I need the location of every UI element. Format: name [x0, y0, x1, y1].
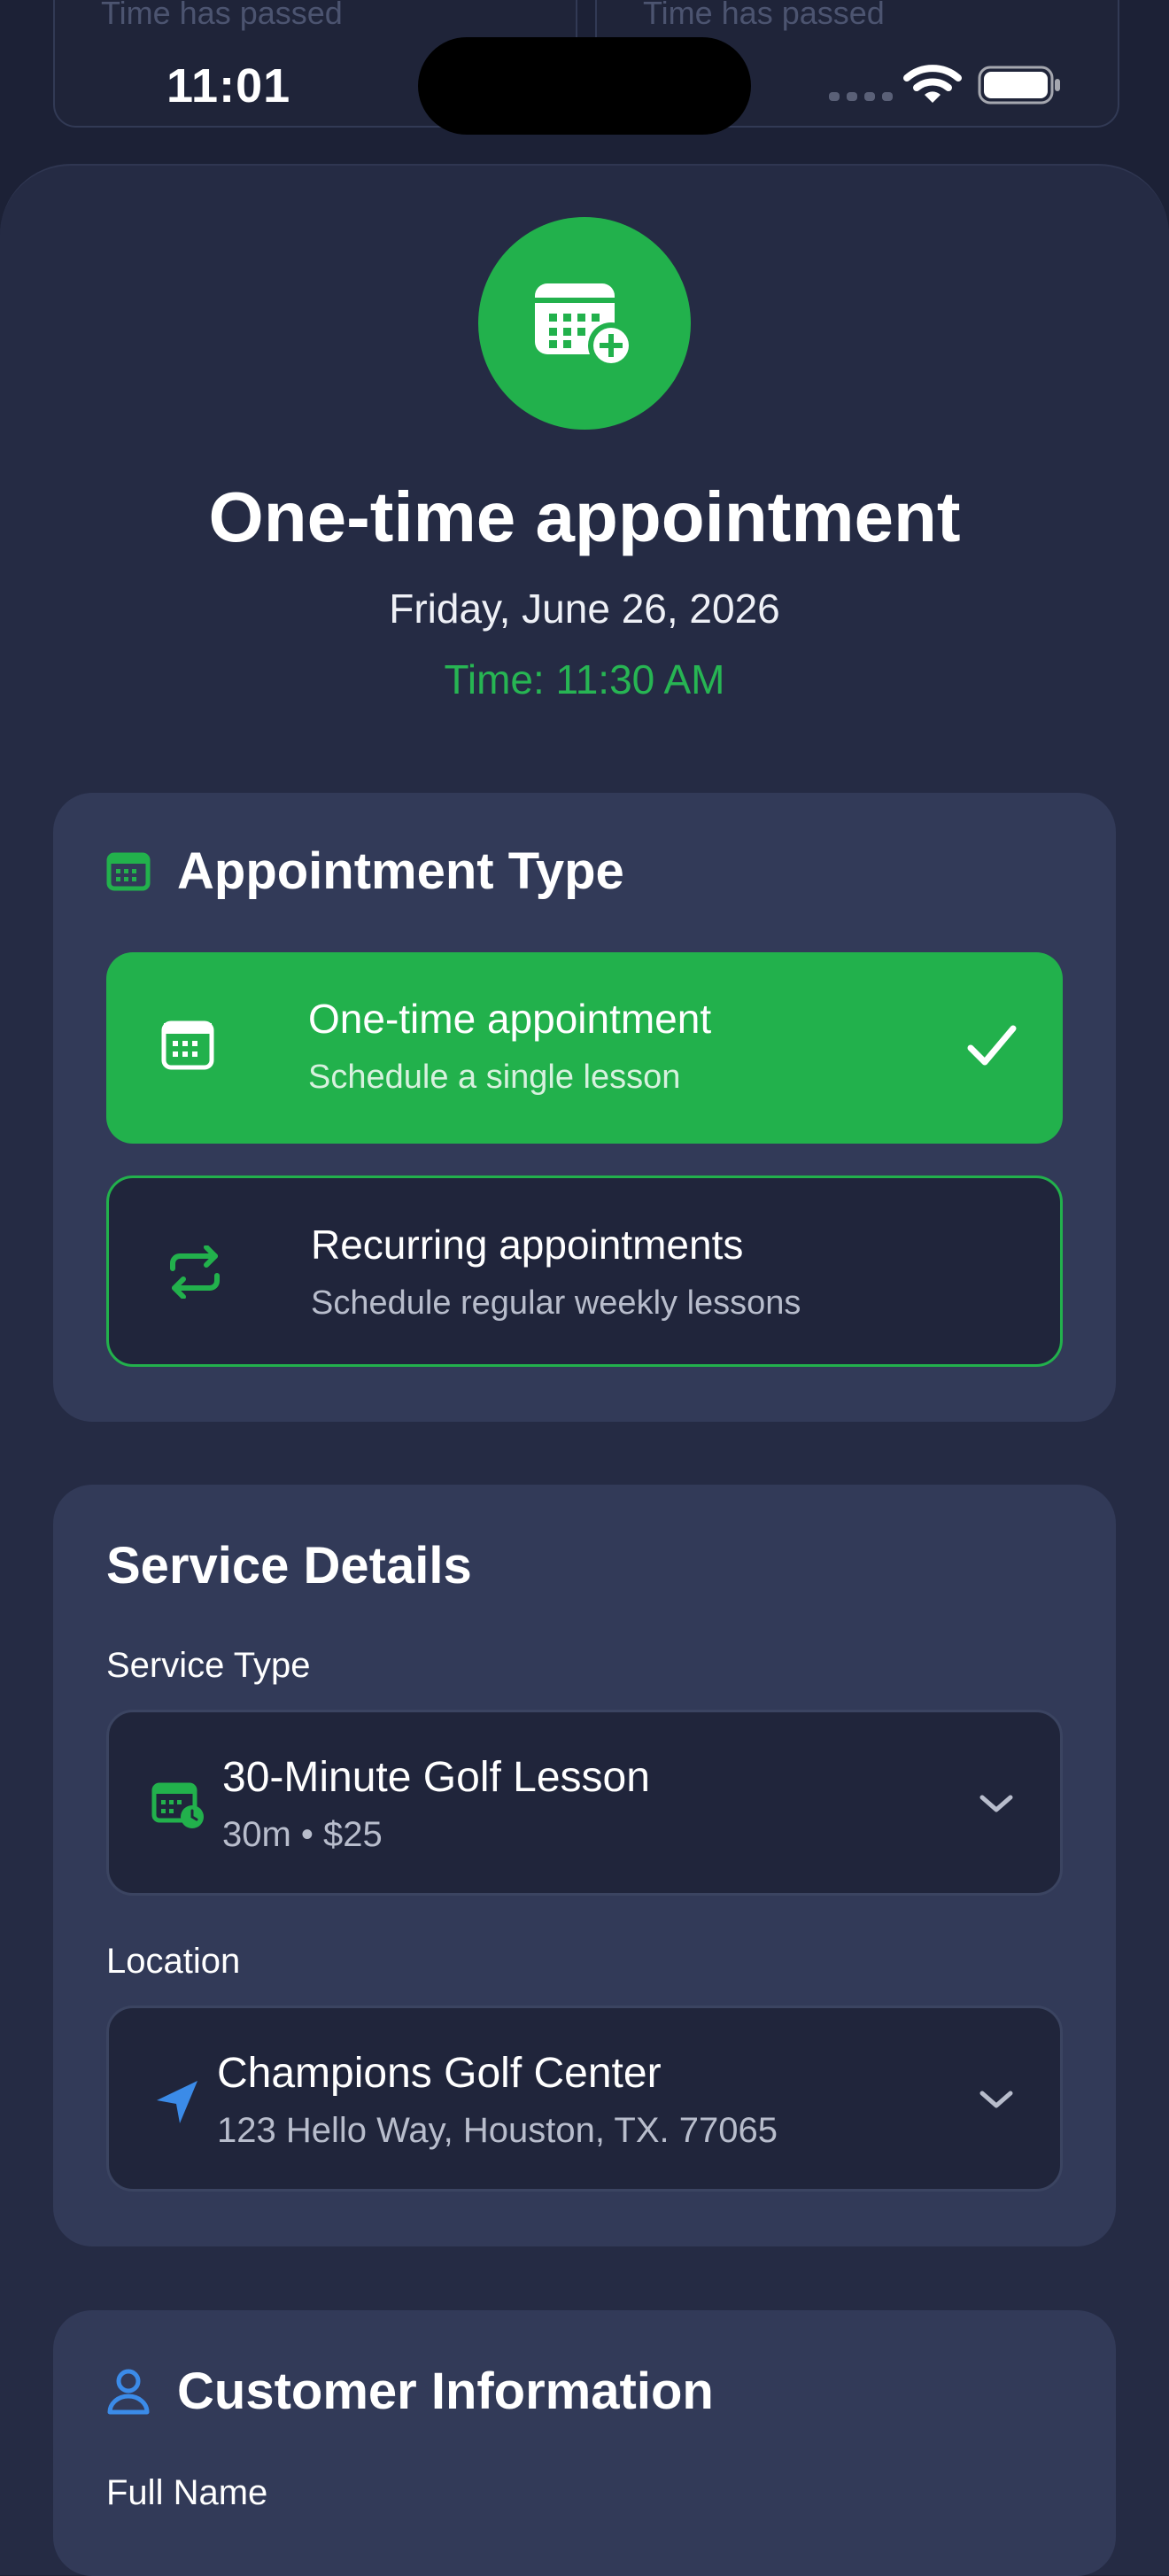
service-details-header: Service Details — [106, 1536, 472, 1595]
person-icon — [107, 2369, 150, 2414]
appointment-type-card: Appointment Type One-time appointment Sc… — [53, 793, 1116, 1422]
repeat-icon — [170, 1245, 220, 1299]
option-title: Recurring appointments — [311, 1222, 744, 1268]
wifi-icon — [903, 65, 962, 103]
page-title: One-time appointment — [208, 477, 961, 556]
calendar-icon — [161, 1020, 214, 1070]
appointment-time: Time: 11:30 AM — [444, 656, 725, 702]
calendar-add-icon — [478, 217, 691, 430]
service-type-label: Service Type — [106, 1646, 311, 1685]
background-card-right-text: Time has passed — [643, 0, 885, 31]
chevron-down-icon — [979, 2091, 1013, 2108]
battery-icon — [978, 66, 1060, 105]
service-details-title: Service Details — [106, 1537, 472, 1594]
appointment-type-header: Appointment Type — [106, 842, 624, 901]
option-recurring-appointments[interactable]: Recurring appointments Schedule regular … — [106, 1175, 1063, 1367]
appointment-date: Friday, June 26, 2026 — [389, 586, 780, 632]
checkmark-icon — [967, 1025, 1017, 1066]
service-name: 30-Minute Golf Lesson — [222, 1754, 650, 1801]
chevron-down-icon — [979, 1795, 1013, 1812]
calendar-clock-icon — [151, 1782, 204, 1828]
appointment-type-title: Appointment Type — [177, 842, 624, 900]
option-one-time-appointment[interactable]: One-time appointment Schedule a single l… — [106, 952, 1063, 1144]
service-details-text: 30m • $25 — [222, 1815, 383, 1854]
option-subtitle: Schedule a single lesson — [308, 1059, 681, 1096]
calendar-icon — [106, 852, 151, 890]
customer-information-card: Customer Information Full Name — [53, 2310, 1116, 2576]
service-type-select[interactable]: 30-Minute Golf Lesson 30m • $25 — [106, 1710, 1063, 1896]
option-subtitle: Schedule regular weekly lessons — [311, 1284, 801, 1322]
location-label: Location — [106, 1942, 241, 1981]
location-arrow-icon — [157, 2081, 197, 2123]
dynamic-island — [418, 37, 751, 135]
location-address: 123 Hello Way, Houston, TX. 77065 — [217, 2111, 778, 2150]
location-name: Champions Golf Center — [217, 2050, 662, 2097]
full-name-label: Full Name — [106, 2473, 268, 2512]
cellular-signal-icon — [829, 92, 893, 101]
option-title: One-time appointment — [308, 996, 712, 1042]
location-select[interactable]: Champions Golf Center 123 Hello Way, Hou… — [106, 2006, 1063, 2192]
service-details-card: Service Details Service Type 30-Minute G… — [53, 1485, 1116, 2246]
background-card-left-text: Time has passed — [101, 0, 343, 31]
status-bar-time: 11:01 — [166, 59, 291, 113]
customer-information-header: Customer Information — [106, 2362, 714, 2421]
customer-information-title: Customer Information — [177, 2363, 714, 2420]
